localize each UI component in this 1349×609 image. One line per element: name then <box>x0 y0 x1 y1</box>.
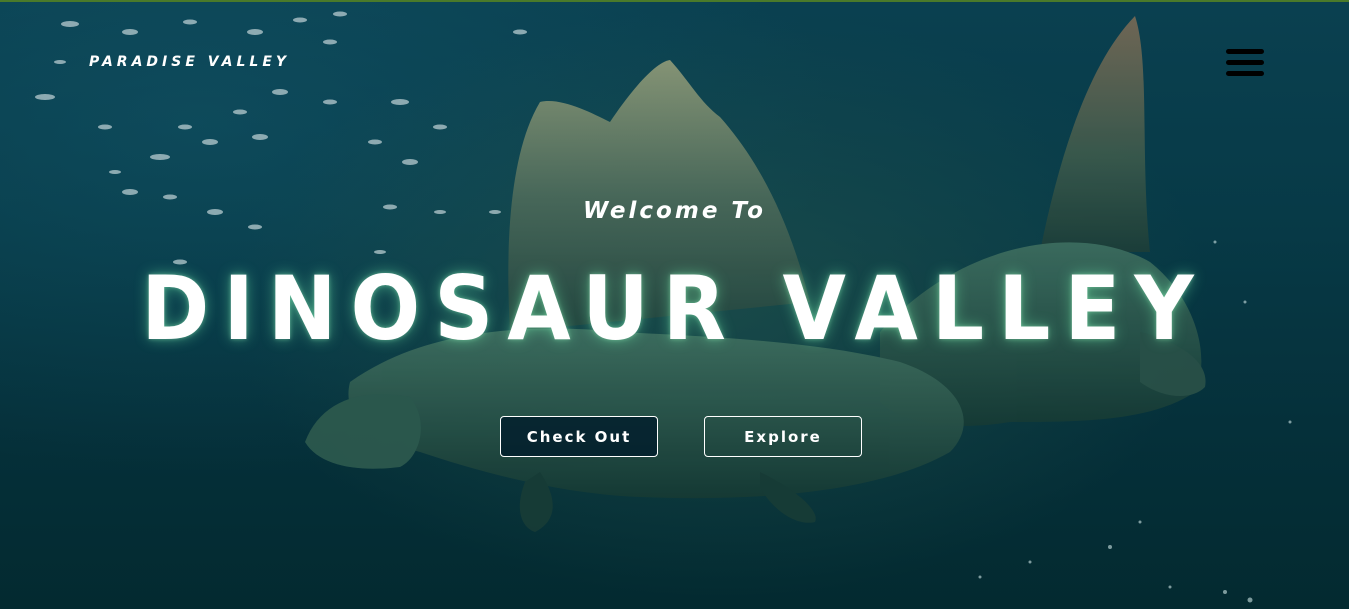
menu-bar <box>1226 60 1264 65</box>
brand-logo[interactable]: PARADISE VALLEY <box>89 54 290 70</box>
fish-school <box>35 11 527 265</box>
hero-title: DINOSAUR VALLEY <box>141 258 1208 361</box>
hamburger-menu-icon[interactable] <box>1224 46 1266 82</box>
menu-bar <box>1226 71 1264 76</box>
menu-bar <box>1226 49 1264 54</box>
check-out-button[interactable]: Check Out <box>500 416 658 457</box>
hero-section: PARADISE VALLEY Welcome To DINOSAUR VALL… <box>0 0 1349 609</box>
explore-button[interactable]: Explore <box>704 416 862 457</box>
hero-eyebrow: Welcome To <box>583 198 766 224</box>
